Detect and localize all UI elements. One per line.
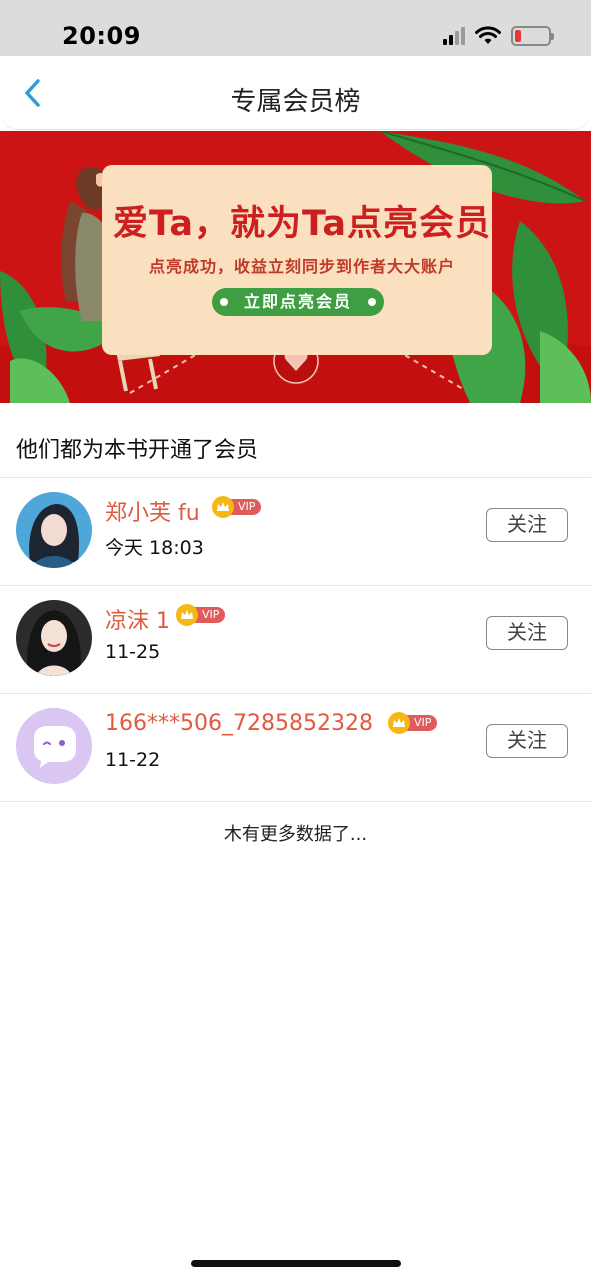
member-time: 今天 18:03: [105, 537, 204, 559]
light-up-membership-button[interactable]: 立即点亮会员: [212, 288, 384, 316]
vip-badge: VIP: [212, 496, 262, 518]
follow-button[interactable]: 关注: [486, 508, 568, 542]
crown-icon: [176, 604, 198, 626]
member-name[interactable]: 郑小芙 fu: [105, 495, 200, 527]
status-time: 20:09: [62, 22, 141, 50]
wifi-icon: [475, 26, 501, 44]
battery-low-icon: [511, 26, 554, 46]
list-item[interactable]: 凉沫 1 VIP 11-25 关注: [0, 586, 591, 693]
user-photo-icon: [16, 600, 92, 676]
banner-subtitle: 点亮成功，收益立刻同步到作者大大账户: [148, 257, 455, 276]
section-title: 他们都为本书开通了会员: [16, 438, 259, 463]
member-name[interactable]: 凉沫 1: [105, 603, 170, 635]
follow-button[interactable]: 关注: [486, 724, 568, 758]
member-name[interactable]: 166***506_7285852328: [105, 711, 373, 736]
avatar[interactable]: [16, 600, 92, 676]
list-item[interactable]: 166***506_7285852328 VIP 11-22 关注: [0, 694, 591, 801]
promo-banner[interactable]: 爱Ta，就为Ta点亮会员 点亮成功，收益立刻同步到作者大大账户 立即点亮会员: [0, 131, 591, 403]
nav-bar: 专属会员榜: [0, 56, 591, 130]
banner-headline: 爱Ta，就为Ta点亮会员: [113, 204, 491, 244]
vip-badge: VIP: [176, 604, 226, 626]
avatar[interactable]: [16, 492, 92, 568]
crown-icon: [212, 496, 234, 518]
member-time: 11-22: [105, 749, 161, 771]
status-bar: 20:09: [0, 0, 591, 56]
avatar[interactable]: [16, 708, 92, 784]
member-time: 11-25: [105, 641, 161, 663]
page-title: 专属会员榜: [230, 87, 361, 117]
default-chat-avatar-icon: [16, 708, 92, 784]
crown-icon: [388, 712, 410, 734]
vip-badge: VIP: [388, 712, 438, 734]
follow-button[interactable]: 关注: [486, 616, 568, 650]
divider: [0, 801, 591, 802]
no-more-data-text: 木有更多数据了...: [223, 824, 368, 845]
user-photo-icon: [16, 492, 92, 568]
list-item[interactable]: 郑小芙 fu VIP 今天 18:03 关注: [0, 478, 591, 585]
status-icons: [443, 26, 554, 46]
home-indicator[interactable]: [191, 1260, 401, 1267]
signal-icon: [443, 27, 465, 45]
